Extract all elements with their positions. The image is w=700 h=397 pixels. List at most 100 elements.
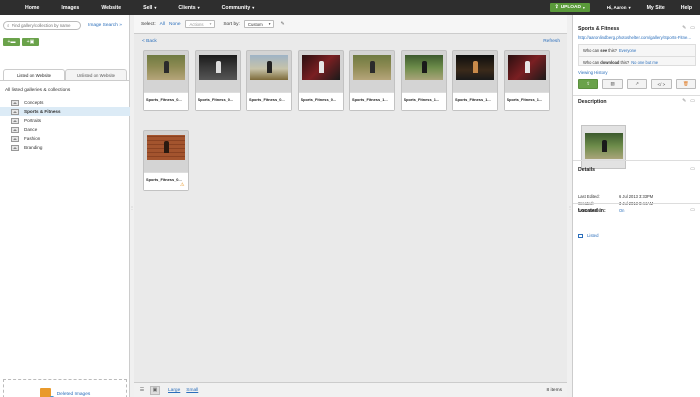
gallery-icon (11, 135, 19, 142)
image-thumbnail[interactable]: Sports_Fitness_1... (349, 50, 395, 111)
image-thumbnail[interactable]: Sports_Fitness_0... (143, 50, 189, 111)
view-small-link[interactable]: Small (186, 388, 198, 393)
gallery-icon (11, 126, 19, 133)
upload-to-gallery-button[interactable]: ⇪ (578, 79, 599, 89)
thumbnail-photo (404, 55, 443, 80)
embed-icon: </ > (657, 81, 666, 87)
select-none-link[interactable]: None (169, 22, 180, 27)
upload-icon: ⇪ (554, 5, 559, 10)
photo-subject (318, 61, 324, 74)
image-thumbnail[interactable]: Sports_Fitness_1... (400, 50, 447, 111)
all-galleries-label[interactable]: All listed galleries & collections (5, 88, 70, 93)
tab-listed[interactable]: Listed on Website (3, 69, 65, 80)
photo-subject (370, 61, 376, 74)
gallery-url-link[interactable]: http://aaronlindberg.photoshelter.com/ga… (578, 35, 698, 40)
image-icon: ▨ (610, 81, 615, 86)
pencil-icon[interactable]: ✎ (682, 25, 686, 31)
nav-community[interactable]: Community ▾ (211, 5, 266, 11)
details-panel: Sports & Fitness ✎ ▭ http://aaronlindber… (572, 15, 700, 397)
right-splitter-handle[interactable]: ⋮ (568, 205, 572, 210)
tree-item-sports-fitness[interactable]: Sports & Fitness (0, 107, 130, 116)
viewing-history-link[interactable]: Viewing History (578, 70, 608, 75)
photo-subject (421, 61, 427, 74)
thumbnail-photo (301, 55, 340, 80)
thumbnail-caption: Sports_Fitness_0... (249, 97, 291, 102)
thumbnail-caption: Sports_Fitness_0... (300, 97, 343, 102)
thumbnail-caption: Sports_Fitness_1... (403, 97, 446, 102)
add-collection-icon: +▣ (26, 39, 35, 45)
tree-item-dance[interactable]: Dance (0, 125, 130, 134)
list-view-icon[interactable]: ☰ (137, 386, 147, 395)
located-listed-link[interactable]: Listed (578, 233, 598, 238)
gallery-sidebar: ⌕ Image Search » +▬ +▣ Listed on Website… (0, 15, 130, 397)
collapse-icon[interactable]: ▭ (690, 207, 695, 213)
upload-button[interactable]: ⇪ UPLOAD ▾ (549, 3, 590, 12)
collapse-icon[interactable]: ▭ (690, 25, 695, 31)
permissions-box: Who can see this? Everyone Who can downl… (578, 44, 696, 66)
nav-sell[interactable]: Sell ▾ (132, 5, 167, 11)
download-permission-link[interactable]: No one but me (631, 60, 658, 65)
refresh-link[interactable]: Refresh (543, 39, 560, 44)
gallery-search-input[interactable] (11, 23, 80, 28)
nav-website[interactable]: Website (90, 5, 132, 11)
gallery-title: Sports & Fitness (578, 26, 620, 32)
photo-subject (215, 61, 221, 74)
share-button[interactable]: ↗ (626, 79, 648, 89)
nav-my-site[interactable]: My Site (639, 5, 673, 11)
delete-gallery-button[interactable]: 🗑 (675, 79, 697, 89)
new-gallery-button[interactable]: +▬ (3, 38, 20, 46)
thumbnail-photo (353, 55, 391, 80)
tab-unlisted[interactable]: Unlisted on Website (65, 69, 127, 80)
select-all-link[interactable]: All (160, 22, 165, 27)
thumbnail-photo (507, 55, 546, 80)
thumbnail-photo (147, 55, 185, 80)
tree-item-fashion[interactable]: Fashion (0, 134, 130, 143)
chevron-down-icon: ▾ (252, 4, 255, 10)
detail-last-edited: Last Edited: 6 Jul 2013 3:33PM (578, 194, 654, 199)
collapse-icon[interactable]: ▭ (690, 166, 695, 172)
tree-item-branding[interactable]: Branding (0, 143, 130, 152)
image-thumbnail[interactable]: Sports_Fitness_0... (194, 50, 241, 111)
embed-button[interactable]: </ > (651, 79, 672, 89)
tree-item-concepts[interactable]: Concepts (0, 98, 130, 107)
gallery-cover-image[interactable] (581, 125, 626, 169)
gallery-icon (11, 117, 19, 124)
view-permission-link[interactable]: Everyone (619, 48, 636, 53)
nav-home[interactable]: Home (14, 5, 50, 11)
user-menu[interactable]: Hi, Aaron ▾ (599, 5, 639, 10)
thumbnail-photo (250, 55, 288, 80)
view-large-link[interactable]: Large (168, 388, 180, 393)
collapse-icon[interactable]: ▭ (690, 98, 695, 104)
download-permission-row: Who can download this? No one but me (579, 56, 695, 67)
image-thumbnail[interactable]: Sports_Fitness_0... (246, 50, 292, 111)
view-permission-row: Who can see this? Everyone (583, 48, 637, 53)
add-folder-icon: +▬ (7, 39, 16, 45)
actions-dropdown[interactable]: Actions ▾ (185, 20, 216, 28)
pencil-icon[interactable]: ✎ (682, 98, 686, 104)
photo-subject (602, 139, 608, 152)
deleted-images-drop[interactable]: Deleted Images (3, 379, 127, 397)
nav-help[interactable]: Help (673, 5, 700, 11)
image-thumbnail[interactable]: Sports_Fitness_1... (503, 50, 550, 111)
back-link[interactable]: < Back (142, 39, 157, 44)
warning-icon: ⚠ (180, 182, 185, 188)
image-thumbnail[interactable]: Sports_Fitness_0... ⚠ (143, 130, 189, 191)
image-thumbnail[interactable]: Sports_Fitness_1... (452, 50, 498, 111)
left-splitter-handle[interactable]: ⋮ (130, 205, 134, 210)
grid-toolbar: Select: All None Actions ▾ Sort by: Custo… (134, 15, 567, 34)
slideshow-button[interactable]: ▨ (602, 79, 623, 89)
chevron-down-icon: ▾ (268, 22, 271, 26)
sort-dropdown[interactable]: Custom ▾ (243, 20, 275, 28)
new-collection-button[interactable]: +▣ (22, 38, 39, 46)
image-thumbnail[interactable]: Sports_Fitness_0... (297, 50, 344, 111)
image-search-link[interactable]: Image Search » (88, 23, 122, 28)
watermarks-link[interactable]: On (619, 208, 624, 213)
tree-item-portraits[interactable]: Portraits (0, 116, 130, 125)
upload-icon: ⇪ (586, 81, 591, 86)
thumbnail-photo (147, 135, 185, 160)
nav-clients[interactable]: Clients ▾ (167, 5, 210, 11)
grid-footer: ☰ ▣ Large Small 8 items (134, 382, 567, 397)
edit-sort-icon[interactable]: ✎ (280, 21, 284, 27)
thumbnail-view-icon[interactable]: ▣ (150, 385, 160, 395)
nav-images[interactable]: Images (50, 5, 90, 11)
